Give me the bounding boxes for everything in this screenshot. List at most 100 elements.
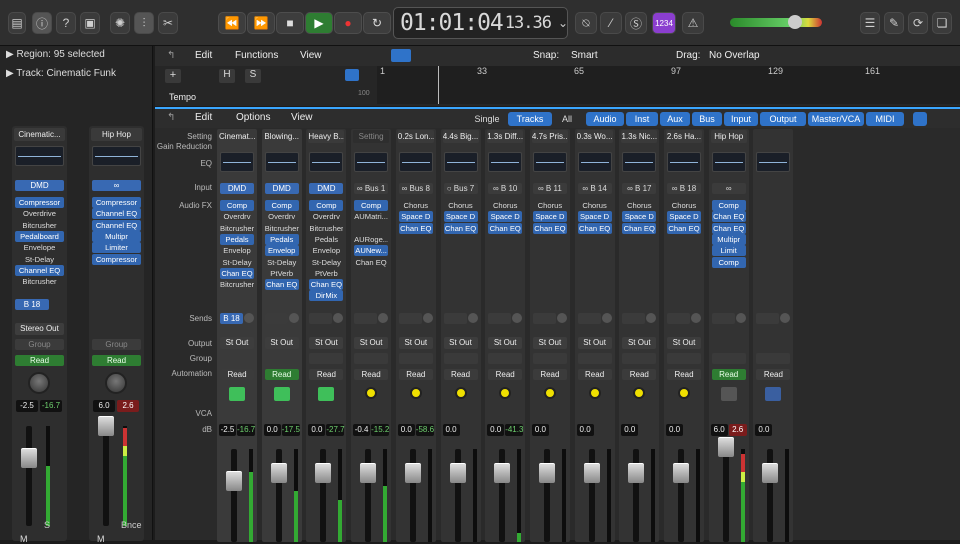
metronome-icon[interactable]: ⚠ [682,12,704,34]
volume-db[interactable]: -0.4 [353,424,371,436]
channel-strip[interactable]: Cinemat... DMD Comp Overdrv Bitcrusher Pedals… [217,129,257,542]
volume-fader[interactable] [722,449,729,542]
channel-strip[interactable]: 2.6s Ha... ∞ B 18 Chorus Space D Chan EQ St O… [664,129,704,542]
send-slot[interactable] [756,313,780,324]
audio-fx-slot[interactable]: DirMix [309,290,344,302]
audio-fx-slot[interactable]: Overdrv [309,211,343,222]
volume-db[interactable]: 0.0 [755,424,773,436]
mixer-menu-view[interactable]: View [291,112,313,123]
channel-strip[interactable]: 4.7s Pris... ∞ B 11 Chorus Space D Chan EQ St… [529,129,570,542]
group-slot[interactable] [756,353,791,364]
pan-knob[interactable] [105,372,127,394]
audio-fx-slot[interactable]: Chan EQ [488,222,523,234]
note-pad-icon[interactable]: ✎ [884,12,904,34]
audio-fx-slot[interactable]: Chan EQ [711,222,746,234]
input-slot[interactable]: ∞ B 18 [667,183,701,194]
audio-fx-slot[interactable]: Compressor [92,253,141,265]
audio-fx-slot[interactable]: Bitcrusher [15,276,64,287]
audio-fx-slot[interactable]: Bitcrusher [15,220,64,231]
volume-fader[interactable] [103,426,109,526]
mixer-icon[interactable]: ⫶ [134,12,154,34]
input-slot[interactable]: ∞ B 17 [622,183,657,194]
peak-db[interactable]: 2.6 [117,400,139,412]
pan-knob[interactable] [454,387,467,399]
input-slot[interactable]: DMD [264,183,299,194]
volume-fader[interactable] [231,449,237,542]
library-icon[interactable]: ▤ [8,12,26,34]
eq-thumbnail[interactable] [15,146,64,166]
audio-fx-slot[interactable]: Bitcrusher [265,223,299,234]
audio-fx-slot[interactable]: Chan EQ [577,222,612,234]
audio-fx-slot[interactable]: Channel EQ [92,208,141,220]
audio-fx-slot[interactable]: Limit [711,245,746,257]
audio-fx-slot[interactable]: Bitcrusher [220,279,254,290]
editors-icon[interactable]: ✂ [158,12,178,34]
send-knob[interactable] [556,313,567,323]
send-knob[interactable] [333,313,344,323]
audio-fx-slot[interactable]: Bitcrusher [220,223,254,234]
filter-tab-midi[interactable]: MIDI [866,112,904,126]
filter-tab-aux[interactable]: Aux [660,112,690,126]
send-slot[interactable] [443,313,467,324]
lcd-display[interactable]: 01:01:04 13.36 [393,7,568,39]
input-slot[interactable]: ∞ [711,183,746,194]
audio-fx-slot[interactable]: Bitcrusher [309,223,343,234]
input-slot[interactable]: ∞ Bus 1 [354,183,389,194]
strip-name[interactable]: 4.4s Big... [442,130,479,143]
channel-strip[interactable]: 4.4s Big... ○ Bus 7 Chorus Space D Chan EQ St… [440,129,481,542]
automation-mode[interactable]: Read [398,369,433,380]
automation-mode[interactable]: Read [488,369,523,380]
audio-fx-slot[interactable]: Chan EQ [309,279,344,291]
audio-fx-slot[interactable]: Comp [354,200,389,211]
audio-fx-slot[interactable]: AURoge... [354,234,388,245]
group-slot[interactable] [398,353,433,364]
audio-fx-slot[interactable]: Chan EQ [354,257,388,268]
audio-fx-slot[interactable]: Compressor [92,197,141,208]
group-slot[interactable] [309,353,344,364]
solo-button[interactable]: Bnce [121,520,142,530]
output-slot[interactable]: St Out [220,337,254,349]
peak-db[interactable]: -16.7 [237,424,255,436]
back-icon[interactable]: ↰ [167,112,175,123]
pan-knob[interactable] [588,387,601,399]
audio-fx-slot[interactable]: St-Delay [15,254,64,265]
fader-cap[interactable] [226,471,242,491]
list-editors-icon[interactable]: ☰ [860,12,880,34]
drag-value[interactable]: No Overlap [709,50,760,61]
peak-db[interactable]: -16.7 [40,400,62,412]
audio-fx-slot[interactable]: Chan EQ [443,222,478,234]
ruler[interactable]: 1 33 65 97 129 161 [377,66,960,104]
automation-mode[interactable]: Read [15,355,64,366]
fader-cap[interactable] [404,463,421,483]
fader-cap[interactable] [717,437,734,457]
output-slot[interactable]: St Out [264,337,299,349]
eq-thumbnail[interactable] [667,152,701,172]
automation-mode[interactable]: Read [92,355,141,366]
send-slot[interactable]: B 18 [15,299,49,310]
volume-fader[interactable] [26,426,32,526]
group-slot[interactable] [220,353,254,364]
volume-db[interactable]: 0.0 [263,424,281,436]
filter-tab-output[interactable]: Output [760,112,806,126]
automation-mode[interactable]: Read [309,369,344,380]
audio-fx-slot[interactable]: Comp [711,200,746,211]
audio-fx-slot[interactable]: Space D [622,211,657,223]
audio-fx-slot[interactable]: Pedals [264,233,299,245]
send-slot[interactable] [711,313,735,324]
volume-db[interactable]: 0.0 [576,424,594,436]
eq-thumbnail[interactable] [354,152,389,172]
eq-thumbnail[interactable] [532,152,567,172]
automation-mode[interactable]: Read [264,369,299,380]
group-slot[interactable] [443,353,478,364]
volume-db[interactable]: -2.5 [219,424,236,436]
audio-fx-slot[interactable]: AUMatri... [354,211,388,222]
view-tab-tracks[interactable]: Tracks [508,112,552,126]
send-knob[interactable] [467,313,478,323]
volume-db[interactable]: 0.0 [442,424,460,436]
audio-fx-slot[interactable]: Envelop [264,245,299,257]
strip-name[interactable]: Blowing... [263,130,300,143]
hide-button[interactable]: H [219,69,235,83]
audio-fx-slot[interactable]: Comp [264,200,299,211]
send-knob[interactable] [691,313,701,323]
audio-fx-slot[interactable]: Overdrv [220,211,254,222]
